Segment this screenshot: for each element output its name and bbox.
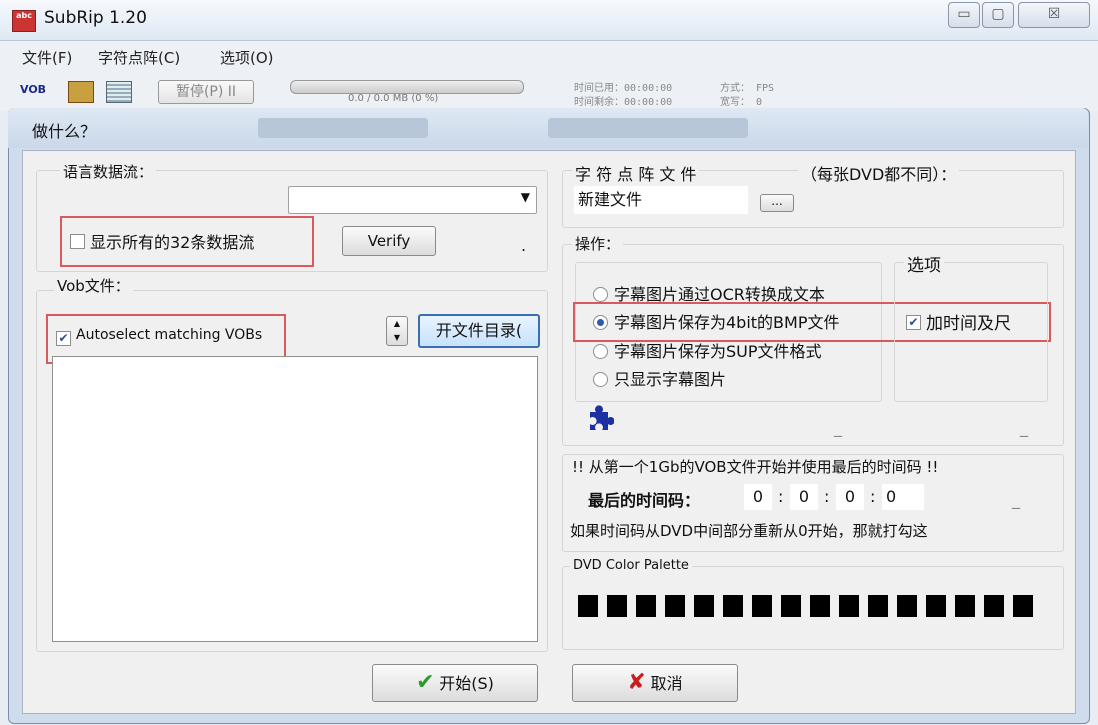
palette-swatch[interactable] (694, 595, 714, 617)
language-stream-select[interactable]: ▼ (288, 186, 537, 214)
charmatrix-note: （每张DVD都不同）： (798, 161, 960, 185)
dot-mark: . (521, 236, 527, 255)
timecode-notice: !! 从第一个1Gb的VOB文件开始并使用最后的时间码 !! (572, 458, 939, 476)
menu-options[interactable]: 选项(O) (220, 47, 274, 68)
vob-icon[interactable]: VOB (20, 80, 46, 102)
cross-icon: ✘ (627, 670, 646, 695)
check-icon: ✔ (416, 670, 435, 695)
spin-updown[interactable]: ▲ ▼ (386, 316, 408, 346)
palette-swatch[interactable] (926, 595, 946, 617)
pause-button[interactable]: 暂停(P) II (158, 80, 254, 104)
charmatrix-file-input[interactable]: 新建文件 (574, 186, 748, 214)
dash-mark: _ (834, 418, 842, 437)
radio-sup[interactable] (593, 344, 608, 359)
grid-icon[interactable] (106, 81, 132, 103)
timecode-frames[interactable]: 0 (882, 484, 924, 510)
verify-button[interactable]: Verify (342, 226, 436, 256)
radio-sup-label: 字幕图片保存为SUP文件格式 (614, 342, 822, 361)
show-all-streams-checkbox[interactable] (70, 234, 85, 249)
timecode-hours[interactable]: 0 (744, 484, 772, 510)
palette-swatch[interactable] (665, 595, 685, 617)
radio-show-only[interactable] (593, 372, 608, 387)
app-icon: abc (12, 10, 36, 32)
window-titlebar (0, 0, 1098, 41)
show-all-streams-label: 显示所有的32条数据流 (90, 233, 255, 252)
palette-label: DVD Color Palette (570, 558, 692, 573)
time-used: 时间已用：00:00:00 (574, 83, 673, 94)
start-label: 开始(S) (439, 674, 494, 693)
menu-file[interactable]: 文件(F) (22, 47, 72, 68)
start-button[interactable]: ✔ 开始(S) (372, 664, 538, 702)
palette-swatch[interactable] (839, 595, 859, 617)
time-left: 时间剩余：00:00:00 (574, 97, 673, 108)
operation-label: 操作： (572, 233, 624, 254)
arrow-up-icon[interactable]: ▲ (387, 317, 407, 331)
dialog-title: 做什么？ (32, 122, 97, 141)
progress-bar (290, 80, 524, 94)
restart-note[interactable]: 如果时间码从DVD中间部分重新从0开始，那就打勾这 (570, 520, 1056, 541)
menu-charmatrix[interactable]: 字符点阵(C) (98, 47, 180, 68)
palette-swatch[interactable] (984, 595, 1004, 617)
close-button[interactable]: ☒ (1018, 2, 1090, 28)
radio-ocr[interactable] (593, 287, 608, 302)
blurred-area (258, 118, 428, 138)
timecode-sep: : (870, 487, 876, 506)
palette-swatch[interactable] (868, 595, 888, 617)
open-directory-button[interactable]: 开文件目录( (418, 314, 540, 348)
arrow-down-icon[interactable]: ▼ (387, 331, 407, 345)
cancel-label: 取消 (650, 674, 683, 693)
palette-swatch[interactable] (723, 595, 743, 617)
charmatrix-label: 字 符 点 阵 文 件 (572, 161, 700, 185)
language-stream-label: 语言数据流： (60, 161, 157, 182)
palette-swatch[interactable] (607, 595, 627, 617)
vob-icon-text: VOB (20, 83, 47, 96)
app-icon-text: abc (16, 11, 32, 20)
timecode-seconds[interactable]: 0 (836, 484, 864, 510)
puzzle-icon (584, 404, 615, 434)
browse-button[interactable]: ... (760, 194, 794, 212)
palette-swatch[interactable] (897, 595, 917, 617)
radio-show-only-label: 只显示字幕图片 (614, 370, 727, 389)
dash-mark: _ (1012, 490, 1020, 509)
vob-files-label: Vob文件： (54, 275, 133, 296)
mode-text: 方式： FPS (720, 83, 775, 94)
timecode-sep: : (778, 487, 784, 506)
palette-swatch[interactable] (810, 595, 830, 617)
timecode-minutes[interactable]: 0 (790, 484, 818, 510)
palette-swatch[interactable] (752, 595, 772, 617)
progress-text: 0.0 / 0.0 MB (0 %) (348, 93, 439, 104)
options-label: 选项 (904, 251, 944, 276)
palette-swatch[interactable] (781, 595, 801, 617)
palette-swatch[interactable] (636, 595, 656, 617)
minimize-button[interactable]: ▭ (948, 2, 980, 28)
add-time-label: 加时间及尺 (926, 314, 1011, 334)
window-title: SubRip 1.20 (44, 8, 147, 28)
cancel-button[interactable]: ✘ 取消 (572, 664, 738, 702)
autoselect-label: Autoselect matching VOBs (76, 327, 263, 343)
palette-swatch[interactable] (578, 595, 598, 617)
radio-bmp-label: 字幕图片保存为4bit的BMP文件 (614, 313, 840, 332)
last-timecode-label: 最后的时间码： (588, 491, 701, 510)
timecode-sep: : (824, 487, 830, 506)
width-text: 宽写： 0 (720, 97, 763, 108)
palette-swatch[interactable] (1013, 595, 1033, 617)
radio-bmp[interactable] (593, 315, 608, 330)
vob-file-list[interactable] (52, 356, 538, 642)
palette-swatch[interactable] (955, 595, 975, 617)
autoselect-checkbox[interactable]: ✔ (56, 331, 71, 346)
film-icon[interactable] (68, 81, 94, 103)
maximize-button[interactable]: ▢ (982, 2, 1014, 28)
add-time-checkbox[interactable]: ✔ (906, 315, 921, 330)
blurred-area (548, 118, 748, 138)
chevron-down-icon: ▼ (520, 190, 530, 204)
dash-mark: _ (1020, 418, 1028, 437)
